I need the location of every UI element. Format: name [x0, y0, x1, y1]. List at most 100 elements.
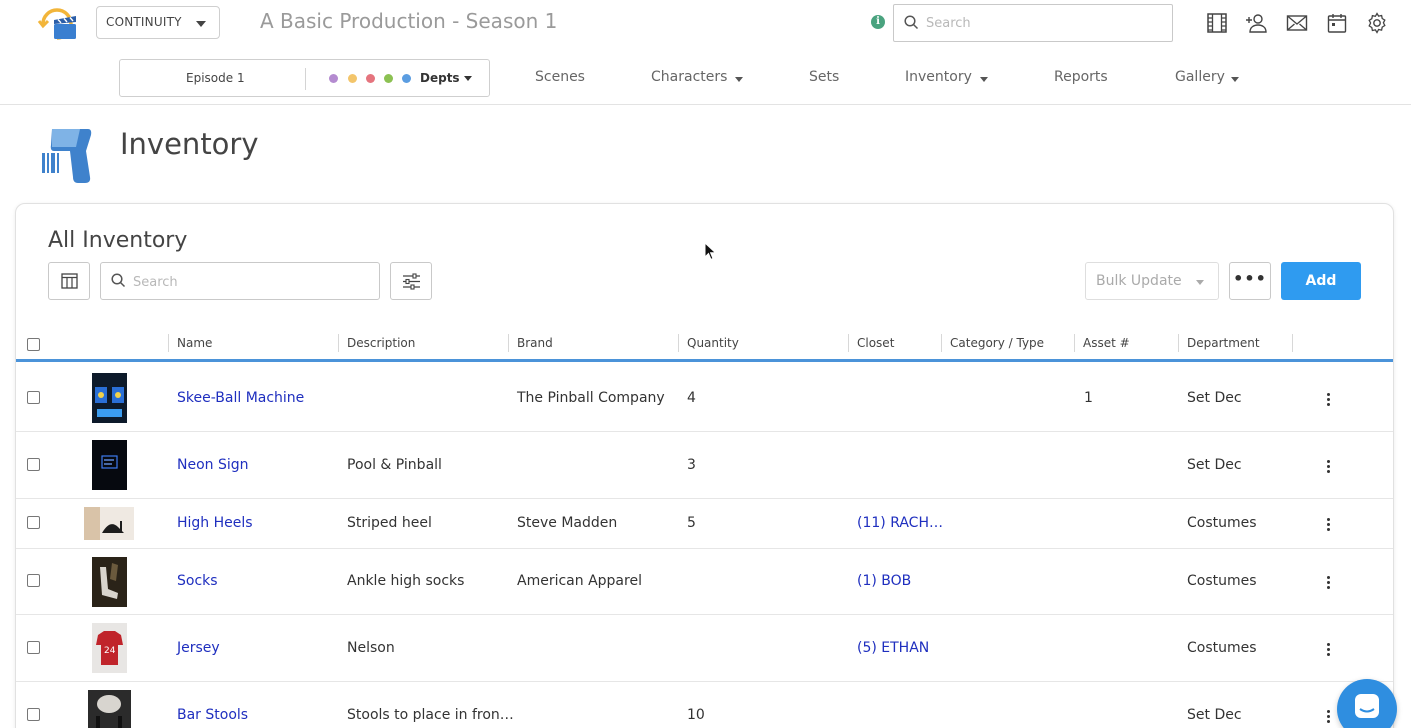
item-thumbnail[interactable]: [92, 557, 127, 607]
columns-button[interactable]: [48, 262, 90, 300]
table-row[interactable]: Bar Stools Stools to place in fron… 10 S…: [16, 682, 1393, 728]
calendar-icon[interactable]: [1326, 12, 1348, 34]
divider: [305, 68, 306, 90]
nav-scenes[interactable]: Scenes: [535, 69, 585, 85]
search-icon: [904, 15, 919, 30]
column-header-closet[interactable]: Closet: [857, 336, 894, 350]
add-user-icon[interactable]: [1245, 12, 1267, 34]
global-search-input[interactable]: [926, 13, 1156, 33]
project-select[interactable]: CONTINUITY: [96, 6, 220, 39]
film-strip-icon[interactable]: [1206, 12, 1228, 34]
item-brand: The Pinball Company: [517, 390, 665, 406]
item-name-link[interactable]: High Heels: [177, 515, 253, 531]
table-row[interactable]: Socks Ankle high socks American Apparel …: [16, 549, 1393, 615]
row-checkbox[interactable]: [27, 708, 40, 721]
column-header-quantity[interactable]: Quantity: [687, 336, 739, 350]
nav-sets[interactable]: Sets: [809, 69, 839, 85]
column-header-name[interactable]: Name: [177, 336, 212, 350]
table-row[interactable]: 24 Jersey Nelson (5) ETHAN Costumes: [16, 615, 1393, 682]
episode-select[interactable]: Episode 1: [186, 71, 245, 85]
table-row[interactable]: Neon Sign Pool & Pinball 3 Set Dec: [16, 432, 1393, 499]
dept-dot-red: [366, 74, 375, 83]
column-divider: [1178, 334, 1179, 352]
row-checkbox[interactable]: [27, 458, 40, 471]
item-quantity: 3: [687, 457, 696, 473]
svg-text:24: 24: [104, 646, 116, 656]
nav-inventory-label: Inventory: [905, 69, 972, 85]
nav-inventory[interactable]: Inventory: [905, 69, 988, 85]
table-row[interactable]: High Heels Striped heel Steve Madden 5 (…: [16, 499, 1393, 549]
item-name-link[interactable]: Skee-Ball Machine: [177, 390, 304, 406]
top-bar: CONTINUITY A Basic Production - Season 1…: [0, 0, 1411, 48]
item-quantity: 5: [687, 515, 696, 531]
filter-button[interactable]: [390, 262, 432, 300]
card-title: All Inventory: [48, 228, 188, 253]
production-title: A Basic Production - Season 1: [260, 9, 558, 33]
table-row[interactable]: Skee-Ball Machine The Pinball Company 4 …: [16, 365, 1393, 432]
item-closet-link[interactable]: (5) ETHAN: [857, 640, 929, 656]
item-description: Striped heel: [347, 515, 432, 531]
search-icon: [111, 273, 126, 288]
item-closet-link[interactable]: (1) BOB: [857, 573, 911, 589]
column-divider: [508, 334, 509, 352]
item-name-link[interactable]: Bar Stools: [177, 707, 248, 723]
column-divider: [1074, 334, 1075, 352]
row-checkbox[interactable]: [27, 574, 40, 587]
item-thumbnail[interactable]: 24: [92, 623, 127, 673]
app-logo-icon[interactable]: [37, 4, 79, 42]
item-thumbnail[interactable]: [88, 690, 131, 728]
item-department: Costumes: [1187, 573, 1257, 589]
bulk-update-select[interactable]: Bulk Update: [1085, 262, 1219, 300]
row-checkbox[interactable]: [27, 516, 40, 529]
mail-icon[interactable]: [1286, 12, 1308, 34]
column-divider: [168, 334, 169, 352]
gear-icon[interactable]: [1366, 12, 1388, 34]
nav-characters[interactable]: Characters: [651, 69, 743, 85]
column-header-category[interactable]: Category / Type: [950, 336, 1044, 350]
item-thumbnail[interactable]: [92, 373, 127, 423]
row-checkbox[interactable]: [27, 641, 40, 654]
chevron-down-icon: [196, 21, 206, 27]
row-menu-icon[interactable]: [1327, 710, 1331, 725]
inventory-search-input[interactable]: [133, 272, 363, 292]
row-checkbox[interactable]: [27, 391, 40, 404]
item-name-link[interactable]: Jersey: [177, 640, 220, 656]
item-thumbnail[interactable]: [92, 440, 127, 490]
column-header-asset[interactable]: Asset #: [1083, 336, 1130, 350]
item-name-link[interactable]: Socks: [177, 573, 218, 589]
row-menu-icon[interactable]: [1327, 576, 1331, 591]
nav-bar: Episode 1 Depts Scenes Characters Sets I…: [0, 52, 1411, 105]
more-actions-button[interactable]: •••: [1229, 262, 1271, 300]
select-all-checkbox[interactable]: [27, 338, 40, 351]
item-thumbnail[interactable]: [84, 507, 134, 540]
inventory-search[interactable]: [100, 262, 380, 300]
page-title: Inventory: [120, 127, 259, 161]
chevron-down-icon: [1196, 280, 1204, 285]
nav-scenes-label: Scenes: [535, 69, 585, 85]
item-department: Set Dec: [1187, 707, 1242, 723]
sliders-icon: [403, 273, 420, 290]
add-button[interactable]: Add: [1281, 262, 1361, 300]
item-department: Set Dec: [1187, 390, 1242, 406]
column-header-brand[interactable]: Brand: [517, 336, 553, 350]
item-description: Stools to place in fron…: [347, 707, 514, 723]
column-header-department[interactable]: Department: [1187, 336, 1260, 350]
column-header-description[interactable]: Description: [347, 336, 415, 350]
info-icon[interactable]: i: [871, 15, 885, 29]
table-header: Name Description Brand Quantity Closet C…: [16, 328, 1393, 362]
item-name-link[interactable]: Neon Sign: [177, 457, 249, 473]
item-description: Ankle high socks: [347, 573, 465, 589]
row-menu-icon[interactable]: [1327, 643, 1331, 658]
row-menu-icon[interactable]: [1327, 518, 1331, 533]
episode-dept-selector: Episode 1 Depts: [119, 59, 490, 97]
depts-label: Depts: [420, 71, 460, 85]
dept-dot-blue: [402, 74, 411, 83]
nav-gallery[interactable]: Gallery: [1175, 69, 1239, 85]
row-menu-icon[interactable]: [1327, 460, 1331, 475]
dept-dot-yellow: [348, 74, 357, 83]
row-menu-icon[interactable]: [1327, 393, 1331, 408]
nav-reports[interactable]: Reports: [1054, 69, 1108, 85]
global-search[interactable]: [893, 4, 1173, 42]
item-description: Nelson: [347, 640, 395, 656]
item-closet-link[interactable]: (11) RACH…: [857, 515, 943, 531]
